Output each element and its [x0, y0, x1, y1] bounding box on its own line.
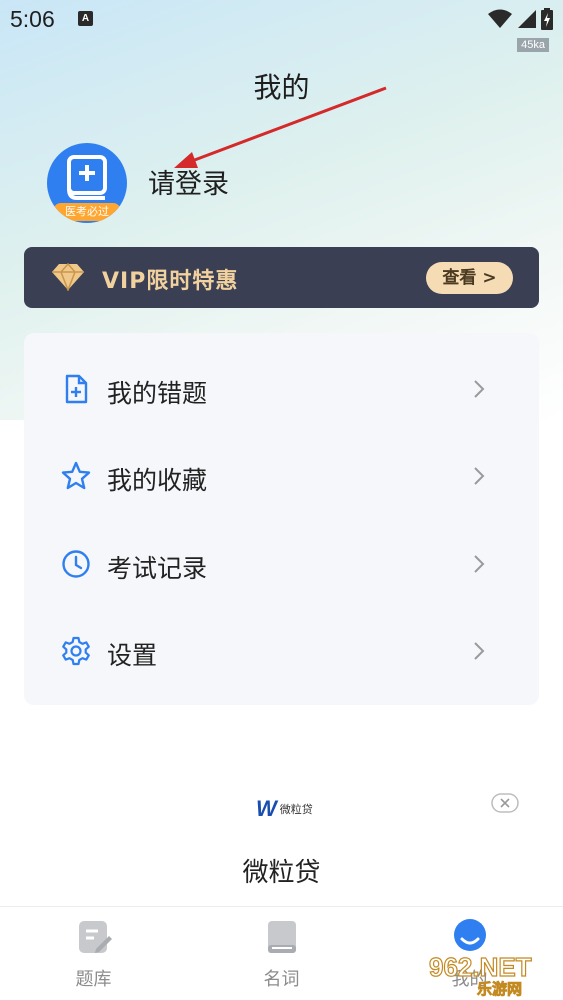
- menu-card: 我的错题 我的收藏 考试记录 设置: [24, 333, 539, 705]
- login-prompt[interactable]: 请登录: [148, 162, 229, 201]
- ad-logo-text: 微粒贷: [279, 803, 313, 816]
- book-icon: [268, 921, 296, 953]
- tab-question-bank[interactable]: 题库: [0, 907, 187, 1000]
- menu-item-label: 考试记录: [107, 554, 208, 583]
- document-plus-icon: [65, 374, 88, 404]
- ad-logo[interactable]: W 微粒贷: [256, 796, 313, 822]
- menu-item-label: 我的错题: [107, 379, 208, 408]
- ad-close-icon[interactable]: [491, 793, 519, 813]
- chevron-right-icon: [474, 642, 485, 660]
- watermark-text: 962.NET: [429, 952, 532, 982]
- menu-item-label: 设置: [107, 641, 158, 670]
- vip-view-button[interactable]: 查看 >: [426, 262, 513, 294]
- chevron-right-icon: [474, 555, 485, 573]
- star-icon: [61, 461, 91, 490]
- tab-label: 题库: [75, 969, 112, 990]
- menu-item-favorites[interactable]: 我的收藏: [24, 434, 539, 521]
- gear-icon: [62, 636, 90, 666]
- menu-item-exam-records[interactable]: 考试记录: [24, 522, 539, 609]
- battery-icon: [541, 8, 553, 30]
- tab-label: 名词: [263, 969, 300, 990]
- question-bank-icon: [79, 921, 112, 953]
- chevron-right-icon: [474, 467, 485, 485]
- ad-logo-mark: W: [256, 796, 277, 821]
- clock-icon: [62, 550, 90, 578]
- menu-item-settings[interactable]: 设置: [24, 609, 539, 696]
- status-icons: [487, 8, 553, 30]
- menu-item-label: 我的收藏: [107, 466, 208, 495]
- network-speed-badge: 45ka: [517, 38, 549, 52]
- avatar-badge: 医考必过: [53, 203, 121, 221]
- status-time: 5:06: [10, 6, 55, 32]
- chevron-right-icon: [474, 380, 485, 398]
- signal-icon: [518, 10, 536, 28]
- notification-icon: A: [78, 11, 93, 26]
- tab-glossary[interactable]: 名词: [188, 907, 375, 1000]
- menu-item-wrong-questions[interactable]: 我的错题: [24, 347, 539, 434]
- wifi-icon: [488, 9, 512, 28]
- watermark-subtext: 乐游网: [477, 980, 522, 998]
- vip-label: VIP限时特惠: [102, 269, 239, 294]
- site-watermark-logo: 962.NET 乐游网: [428, 951, 532, 998]
- diamond-icon: [52, 263, 84, 291]
- status-bar: 5:06 A: [0, 0, 563, 40]
- vip-banner[interactable]: VIP限时特惠 查看 >: [24, 247, 539, 308]
- avatar[interactable]: 医考必过: [47, 143, 127, 223]
- annotation-arrow-icon: [174, 86, 387, 168]
- ad-title[interactable]: 微粒贷: [0, 852, 563, 889]
